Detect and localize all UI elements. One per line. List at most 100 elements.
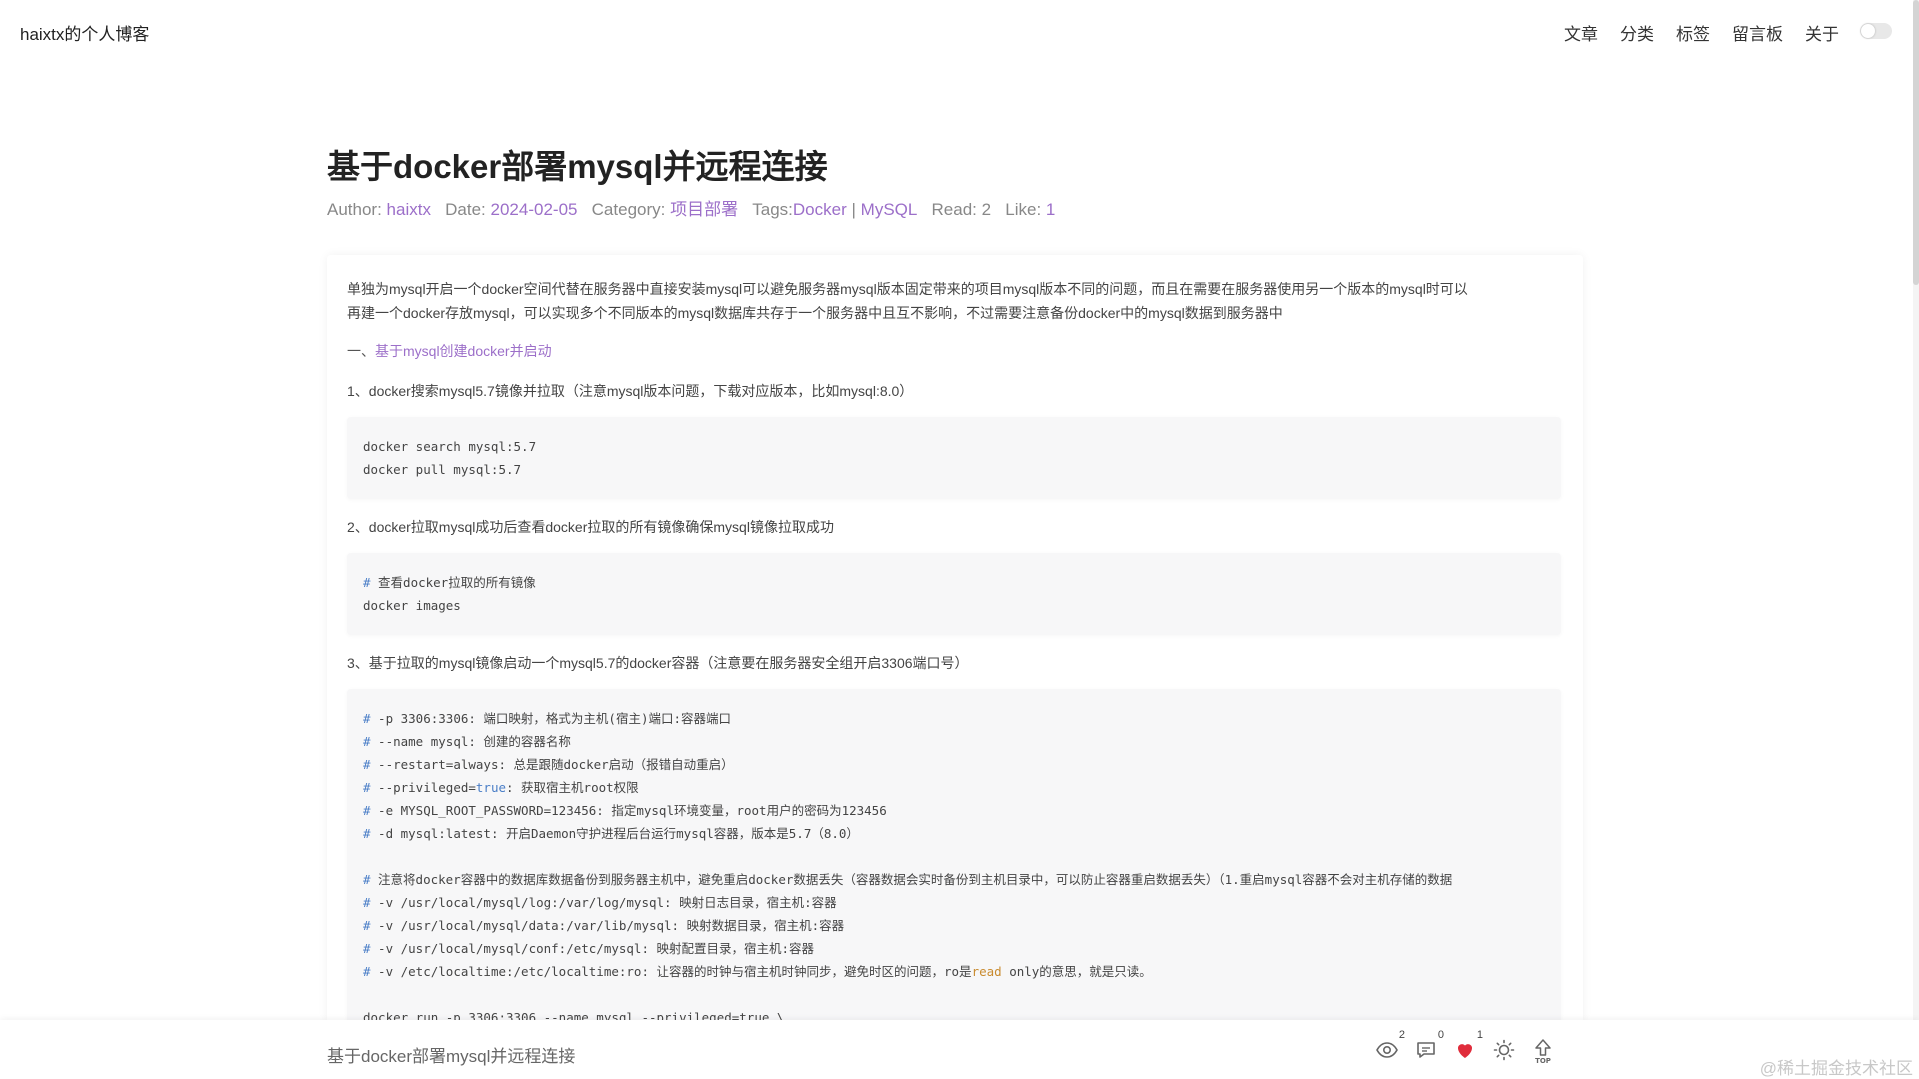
like-button[interactable]: 1 [1453,1029,1483,1062]
code-line: # -p 3306:3306: 端口映射，格式为主机(宿主)端口:容器端口 [363,707,1545,730]
code-comment: -v /usr/local/mysql/data:/var/lib/mysql:… [370,918,845,933]
scrollbar-thumb[interactable] [1913,0,1919,285]
comments-button[interactable]: 0 [1414,1029,1444,1062]
theme-toggle[interactable] [1860,23,1892,39]
author-link[interactable]: haixtx [387,200,431,219]
site-header: haixtx的个人博客 文章 分类 标签 留言板 关于 [0,0,1919,62]
code-comment: 注意将docker容器中的数据库数据备份到服务器主机中，避免重启docker数据… [370,872,1453,887]
code-line: # --restart=always: 总是跟随docker启动（报错自动重启） [363,753,1545,776]
intro-paragraph-line2: 再建一个docker存放mysql，可以实现多个不同版本的mysql数据库共存于… [347,305,1283,321]
code-comment: -v /etc/localtime:/etc/localtime:ro: 让容器… [370,964,972,979]
site-title[interactable]: haixtx的个人博客 [20,20,149,45]
comment-hash: # [363,895,371,910]
date-value: 2024-02-05 [490,200,578,219]
code-keyword: read [971,964,1002,979]
code-line: # -v /usr/local/mysql/conf:/etc/mysql: 映… [363,937,1545,960]
article-content-card: 单独为mysql开启一个docker空间代替在服务器中直接安装mysql可以避免… [327,255,1583,1025]
nav-item-articles[interactable]: 文章 [1564,20,1598,45]
code-comment: --name mysql: 创建的容器名称 [370,734,571,749]
code-line: docker pull mysql:5.7 [363,462,522,477]
comment-hash: # [363,803,371,818]
likes-count: 1 [1476,1029,1483,1041]
comment-hash: # [363,757,371,772]
comment-hash: # [363,941,371,956]
article-title: 基于docker部署mysql并远程连接 [327,148,828,185]
comment-icon [1417,1042,1435,1058]
code-block-2[interactable]: # 查看docker拉取的所有镜像 docker images [347,553,1561,635]
page-scrollbar[interactable] [1913,0,1919,1020]
tag-docker-link[interactable]: Docker [793,200,847,219]
bottom-article-title: 基于docker部署mysql并远程连接 [327,1047,576,1066]
article-body: 单独为mysql开启一个docker空间代替在服务器中直接安装mysql可以避免… [347,277,1561,1025]
eye-icon [1376,1042,1398,1058]
toggle-knob [1861,24,1875,38]
svg-text:TOP: TOP [1535,1057,1551,1064]
code-line: # -v /usr/local/mysql/log:/var/log/mysql… [363,891,1545,914]
article-meta: Author: haixtx Date: 2024-02-05 Category… [327,195,1055,220]
step-1-text: 1、docker搜索mysql5.7镜像并拉取（注意mysql版本问题，下载对应… [347,383,914,399]
code-line: # -e MYSQL_ROOT_PASSWORD=123456: 指定mysql… [363,799,1545,822]
views-button[interactable]: 2 [1375,1029,1405,1062]
category-label: Category: [591,200,666,219]
sun-icon [1493,1039,1515,1061]
code-line: docker images [363,598,461,613]
views-count: 2 [1398,1029,1405,1041]
read-label: Read: [931,200,977,219]
code-block-1[interactable]: docker search mysql:5.7 docker pull mysql… [347,417,1561,499]
action-buttons: 2 0 1 TOP [1375,1029,1555,1064]
comment-hash: # [363,780,371,795]
section-link[interactable]: 基于mysql创建docker并启动 [375,343,552,359]
comment-hash: # [363,734,371,749]
comments-count: 0 [1437,1029,1444,1041]
comment-hash: # [363,872,371,887]
code-comment: : 获取宿主机root权限 [506,780,639,795]
intro-paragraph-line1: 单独为mysql开启一个docker空间代替在服务器中直接安装mysql可以避免… [347,281,1468,297]
code-block-3[interactable]: # -p 3306:3306: 端口映射，格式为主机(宿主)端口:容器端口 # -… [347,689,1561,1025]
code-comment: -p 3306:3306: 端口映射，格式为主机(宿主)端口:容器端口 [370,711,731,726]
heart-icon [1458,1044,1472,1058]
comment-hash: # [363,826,371,841]
code-comment: -v /usr/local/mysql/conf:/etc/mysql: 映射配… [370,941,815,956]
code-comment: --restart=always: 总是跟随docker启动（报错自动重启） [370,757,734,772]
code-line: # -v /usr/local/mysql/data:/var/lib/mysq… [363,914,1545,937]
code-comment: -v /usr/local/mysql/log:/var/log/mysql: … [370,895,837,910]
back-to-top-button[interactable]: TOP [1531,1038,1555,1064]
nav-item-about[interactable]: 关于 [1805,20,1839,45]
code-line: # --privileged=true: 获取宿主机root权限 [363,776,1545,799]
like-count: 1 [1045,200,1056,219]
code-keyword: true [475,780,506,795]
step-2-text: 2、docker拉取mysql成功后查看docker拉取的所有镜像确保mysql… [347,519,834,535]
date-label: Date: [445,200,486,219]
like-label: Like: [1005,200,1042,219]
code-line: # -d mysql:latest: 开启Daemon守护进程后台运行mysql… [363,822,1545,845]
arrow-up-top-icon: TOP [1535,1039,1551,1064]
step-3-text: 3、基于拉取的mysql镜像启动一个mysql5.7的docker容器（注意要在… [347,655,969,671]
comment-hash: # [363,575,371,590]
comment-hash: # [363,964,371,979]
nav-item-tags[interactable]: 标签 [1676,20,1710,45]
code-line: # 查看docker拉取的所有镜像 [363,571,1545,594]
nav-item-categories[interactable]: 分类 [1620,20,1654,45]
comment-hash: # [363,918,371,933]
code-comment: 查看docker拉取的所有镜像 [370,575,536,590]
main-nav: 文章 分类 标签 留言板 关于 [1564,20,1839,45]
read-count: 2 [981,200,992,219]
theme-button[interactable] [1492,1038,1516,1062]
section-prefix: 一、 [347,343,375,359]
section-heading: 一、基于mysql创建docker并启动 [347,339,1561,363]
code-line: docker search mysql:5.7 [363,439,537,454]
category-link[interactable]: 项目部署 [670,200,738,219]
bottom-action-bar: 基于docker部署mysql并远程连接 2 0 1 TOP @稀土掘金技术社区 [0,1020,1919,1079]
code-line: # -v /etc/localtime:/etc/localtime:ro: 让… [363,960,1545,983]
tags-label: Tags: [752,200,793,219]
code-comment: --privileged= [370,780,476,795]
tag-mysql-link[interactable]: MySQL [861,200,918,219]
comment-hash: # [363,711,371,726]
tag-separator: | [851,200,856,219]
code-comment: only的意思，就是只读。 [1001,964,1152,979]
code-line: # 注意将docker容器中的数据库数据备份到服务器主机中，避免重启docker… [363,868,1545,891]
nav-item-guestbook[interactable]: 留言板 [1732,20,1783,45]
code-line: # --name mysql: 创建的容器名称 [363,730,1545,753]
